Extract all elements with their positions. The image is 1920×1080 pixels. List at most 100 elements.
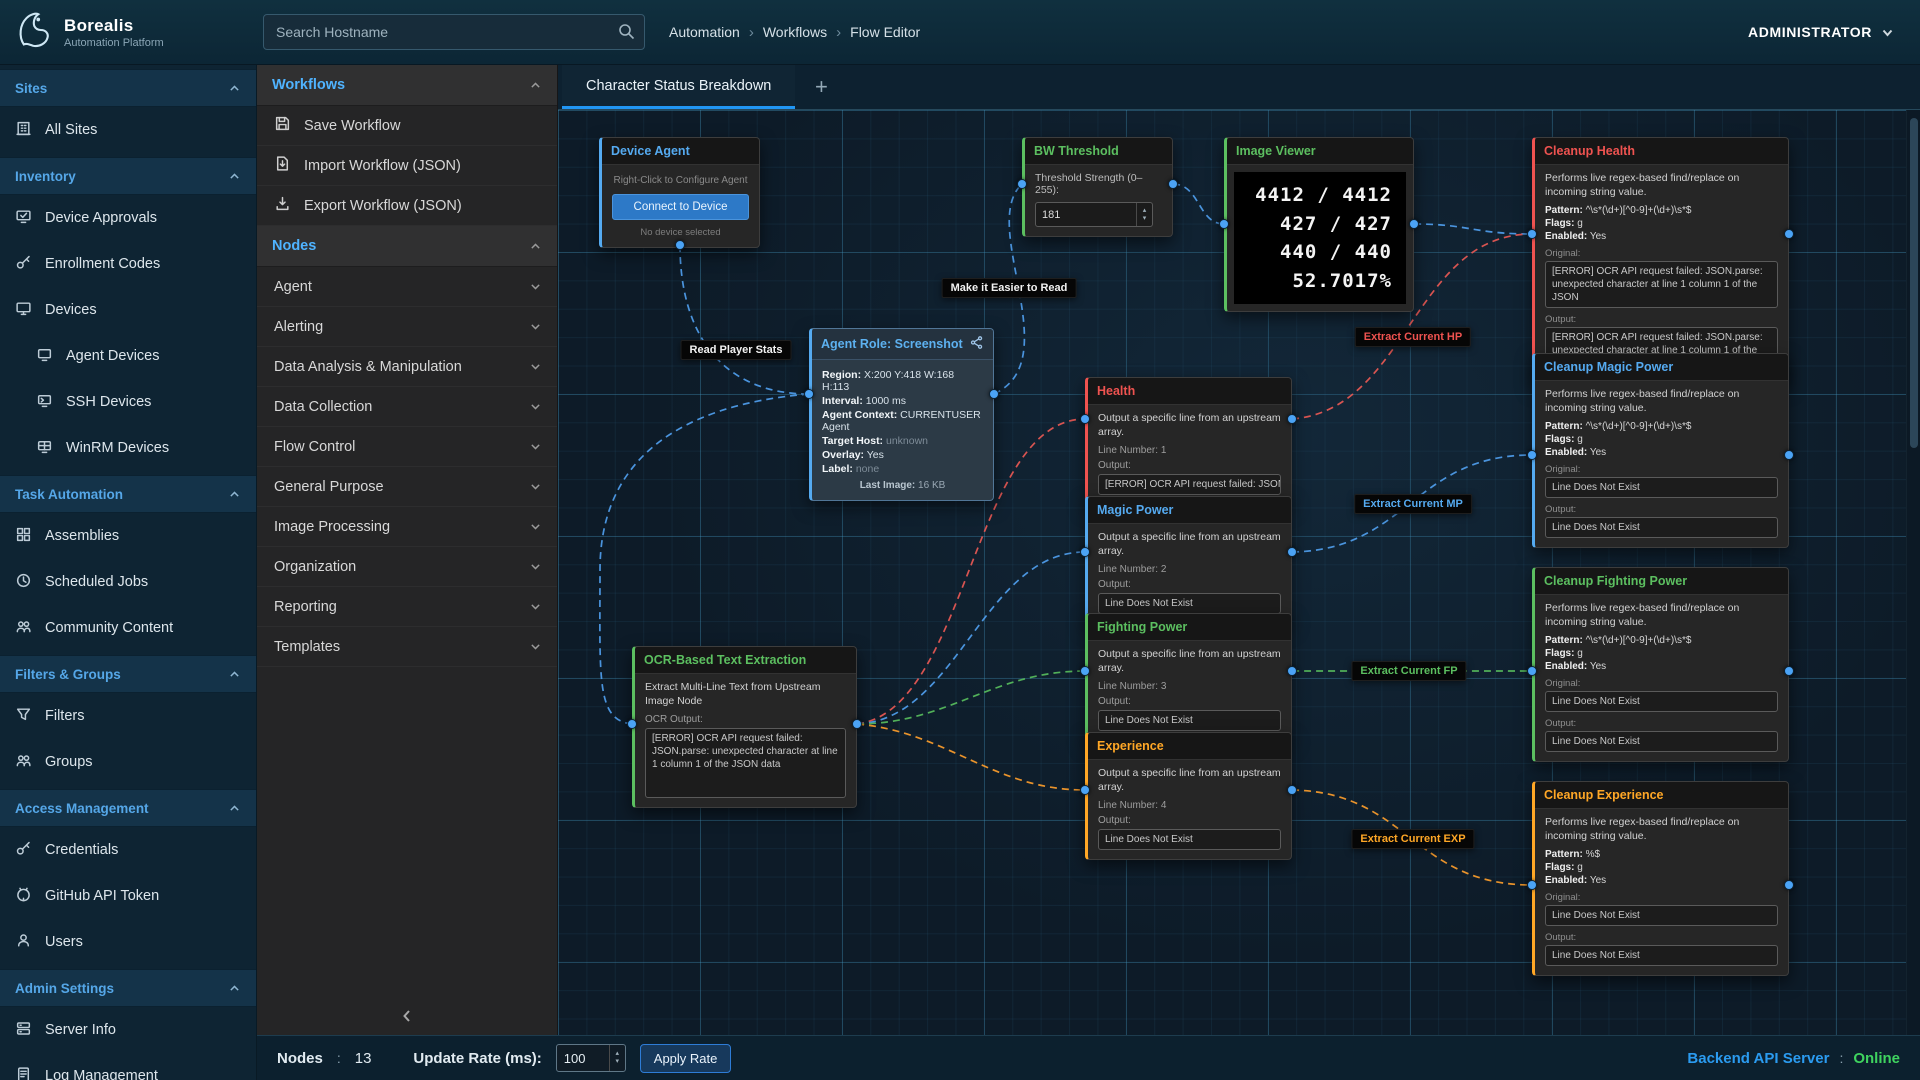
- import-workflow-button[interactable]: Import Workflow (JSON): [257, 146, 557, 186]
- node-category-data-analysis[interactable]: Data Analysis & Manipulation: [257, 347, 557, 387]
- port-health-in[interactable]: [1080, 414, 1090, 424]
- node-fighting-power[interactable]: Fighting Power Output a specific line fr…: [1085, 613, 1292, 741]
- export-workflow-button[interactable]: Export Workflow (JSON): [257, 186, 557, 226]
- port-cleanup-magic-out[interactable]: [1784, 450, 1794, 460]
- node-cleanup-fighting-power[interactable]: Cleanup Fighting Power Performs live reg…: [1532, 567, 1789, 762]
- sidebar-item-groups[interactable]: Groups: [0, 739, 256, 785]
- sidebar-item-device-approvals[interactable]: Device Approvals: [0, 195, 256, 241]
- search-icon[interactable]: [617, 22, 636, 46]
- output-box[interactable]: Line Does Not Exist: [1545, 731, 1778, 752]
- sidebar-item-enrollment-codes[interactable]: Enrollment Codes: [0, 241, 256, 287]
- breadcrumb-workflows[interactable]: Workflows: [763, 24, 827, 40]
- sidebar-item-github-api-token[interactable]: GitHub API Token: [0, 873, 256, 919]
- node-image-viewer[interactable]: Image Viewer 4412 / 4412 427 / 427 440 /…: [1224, 137, 1414, 312]
- node-category-templates[interactable]: Templates: [257, 627, 557, 667]
- spinner-down-icon[interactable]: ▾: [1143, 215, 1147, 223]
- user-menu[interactable]: ADMINISTRATOR: [1748, 24, 1894, 40]
- original-box[interactable]: [ERROR] OCR API request failed: JSON.par…: [1545, 261, 1778, 308]
- original-box[interactable]: Line Does Not Exist: [1545, 691, 1778, 712]
- sidebar-item-users[interactable]: Users: [0, 919, 256, 965]
- port-bw-threshold-in[interactable]: [1017, 179, 1027, 189]
- port-screenshot-in[interactable]: [804, 389, 814, 399]
- sidebar-item-server-info[interactable]: Server Info: [0, 1007, 256, 1053]
- scrollbar-thumb[interactable]: [1910, 118, 1918, 448]
- output-box[interactable]: Line Does Not Exist: [1098, 829, 1281, 850]
- search-input[interactable]: [263, 14, 645, 50]
- node-experience[interactable]: Experience Output a specific line from a…: [1085, 732, 1292, 860]
- sidebar-item-community-content[interactable]: Community Content: [0, 605, 256, 651]
- spinner-up-icon[interactable]: ▴: [616, 1050, 620, 1058]
- output-box[interactable]: Line Does Not Exist: [1098, 710, 1281, 731]
- port-cleanup-fighting-out[interactable]: [1784, 666, 1794, 676]
- sidebar-item-log-management[interactable]: Log Management: [0, 1053, 256, 1080]
- threshold-value-input[interactable]: [1036, 203, 1136, 226]
- sidebar-item-winrm-devices[interactable]: WinRM Devices: [0, 425, 256, 471]
- port-ocr-out[interactable]: [852, 719, 862, 729]
- port-cleanup-experience-out[interactable]: [1784, 880, 1794, 890]
- node-ocr-text-extraction[interactable]: OCR-Based Text Extraction Extract Multi-…: [632, 646, 857, 808]
- port-fighting-out[interactable]: [1287, 666, 1297, 676]
- node-health[interactable]: Health Output a specific line from an up…: [1085, 377, 1292, 505]
- sidebar-item-agent-devices[interactable]: Agent Devices: [0, 333, 256, 379]
- node-cleanup-magic-power[interactable]: Cleanup Magic Power Performs live regex-…: [1532, 353, 1789, 548]
- port-experience-in[interactable]: [1080, 785, 1090, 795]
- nodes-header[interactable]: Nodes: [257, 226, 557, 267]
- update-rate-input[interactable]: [557, 1045, 609, 1071]
- output-box[interactable]: Line Does Not Exist: [1545, 945, 1778, 966]
- node-category-agent[interactable]: Agent: [257, 267, 557, 307]
- node-magic-power[interactable]: Magic Power Output a specific line from …: [1085, 496, 1292, 624]
- output-box[interactable]: Line Does Not Exist: [1545, 517, 1778, 538]
- port-cleanup-fighting-in[interactable]: [1527, 666, 1537, 676]
- port-cleanup-experience-in[interactable]: [1527, 880, 1537, 890]
- port-ocr-in[interactable]: [627, 719, 637, 729]
- number-spinner[interactable]: ▴ ▾: [609, 1045, 625, 1071]
- number-spinner[interactable]: ▴ ▾: [1136, 203, 1152, 226]
- node-agent-role-screenshot[interactable]: Agent Role: Screenshot Region: X:200 Y:4…: [809, 328, 994, 501]
- sidebar-section-access-management[interactable]: Access Management: [0, 789, 256, 827]
- node-bw-threshold[interactable]: BW Threshold Threshold Strength (0–255):…: [1022, 137, 1173, 237]
- workflows-header[interactable]: Workflows: [257, 65, 557, 106]
- node-cleanup-experience[interactable]: Cleanup Experience Performs live regex-b…: [1532, 781, 1789, 976]
- port-experience-out[interactable]: [1287, 785, 1297, 795]
- canvas-scrollbar[interactable]: [1906, 110, 1920, 1035]
- port-health-out[interactable]: [1287, 414, 1297, 424]
- port-bw-threshold-out[interactable]: [1168, 179, 1178, 189]
- node-category-image-processing[interactable]: Image Processing: [257, 507, 557, 547]
- sidebar-item-filters[interactable]: Filters: [0, 693, 256, 739]
- port-magic-out[interactable]: [1287, 547, 1297, 557]
- sidebar-section-filters-groups[interactable]: Filters & Groups: [0, 655, 256, 693]
- port-cleanup-health-in[interactable]: [1527, 229, 1537, 239]
- sidebar-item-assemblies[interactable]: Assemblies: [0, 513, 256, 559]
- ocr-output-box[interactable]: [ERROR] OCR API request failed: JSON.par…: [645, 728, 846, 798]
- spinner-down-icon[interactable]: ▾: [616, 1058, 620, 1066]
- node-category-data-collection[interactable]: Data Collection: [257, 387, 557, 427]
- port-image-viewer-out[interactable]: [1409, 219, 1419, 229]
- sidebar-item-scheduled-jobs[interactable]: Scheduled Jobs: [0, 559, 256, 605]
- node-device-agent[interactable]: Device Agent Right-Click to Configure Ag…: [599, 137, 760, 248]
- output-box[interactable]: [ERROR] OCR API request failed: JSON.par: [1098, 474, 1281, 495]
- breadcrumb-flow-editor[interactable]: Flow Editor: [850, 24, 920, 40]
- sidebar-item-all-sites[interactable]: All Sites: [0, 107, 256, 153]
- port-magic-in[interactable]: [1080, 547, 1090, 557]
- sidebar-item-devices[interactable]: Devices: [0, 287, 256, 333]
- spinner-up-icon[interactable]: ▴: [1143, 207, 1147, 215]
- output-box[interactable]: Line Does Not Exist: [1098, 593, 1281, 614]
- breadcrumb-automation[interactable]: Automation: [669, 24, 740, 40]
- node-cleanup-health[interactable]: Cleanup Health Performs live regex-based…: [1532, 137, 1789, 384]
- port-screenshot-out[interactable]: [989, 389, 999, 399]
- original-box[interactable]: Line Does Not Exist: [1545, 477, 1778, 498]
- sidebar-section-sites[interactable]: Sites: [0, 69, 256, 107]
- original-box[interactable]: Line Does Not Exist: [1545, 905, 1778, 926]
- save-workflow-button[interactable]: Save Workflow: [257, 106, 557, 146]
- sidebar-section-admin-settings[interactable]: Admin Settings: [0, 969, 256, 1007]
- apply-rate-button[interactable]: Apply Rate: [640, 1044, 732, 1073]
- collapse-panel-button[interactable]: [257, 997, 557, 1035]
- port-cleanup-magic-in[interactable]: [1527, 450, 1537, 460]
- port-device-agent-out[interactable]: [675, 240, 685, 250]
- node-category-organization[interactable]: Organization: [257, 547, 557, 587]
- port-image-viewer-in[interactable]: [1219, 219, 1229, 229]
- sidebar-section-task-automation[interactable]: Task Automation: [0, 475, 256, 513]
- port-cleanup-health-out[interactable]: [1784, 229, 1794, 239]
- sidebar-section-inventory[interactable]: Inventory: [0, 157, 256, 195]
- share-icon[interactable]: [969, 335, 984, 353]
